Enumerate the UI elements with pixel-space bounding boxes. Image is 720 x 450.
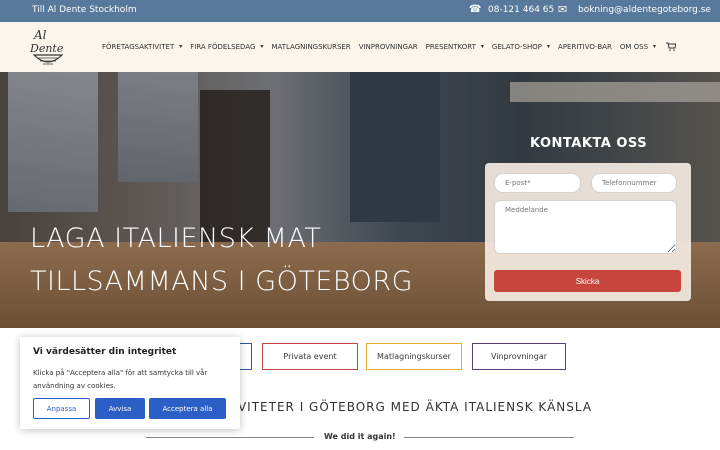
- nav-item-label: MATLAGNINGSKURSER: [271, 42, 351, 51]
- envelope-icon: ✉: [558, 3, 568, 16]
- stockholm-link[interactable]: Till Al Dente Stockholm: [32, 5, 137, 15]
- nav-item-label: APERITIVO-BAR: [558, 42, 612, 51]
- nav-item-label: VINPROVNINGAR: [358, 42, 418, 51]
- top-bar: Till Al Dente Stockholm ☎ 08-121 464 65 …: [0, 0, 720, 22]
- nav-item-aperitivo-bar[interactable]: APERITIVO-BAR: [558, 43, 612, 51]
- phone-number[interactable]: 08-121 464 65: [488, 5, 554, 15]
- nav-item-matlagningskurser[interactable]: MATLAGNINGSKURSER: [271, 43, 350, 51]
- nav-menu: FÖRETAGSAKTIVITET ▾ FIRA FÖDELSEDAG ▾ MA…: [102, 42, 677, 51]
- chevron-down-icon: ▾: [480, 43, 484, 50]
- category-button-wine-tastings[interactable]: Vinprovningar: [472, 343, 566, 370]
- cookie-adjust-button[interactable]: Anpassa: [33, 398, 90, 419]
- category-button-private-events[interactable]: Privata event: [262, 343, 358, 370]
- cookie-title: Vi värdesätter din integritet: [33, 347, 177, 357]
- divider-left: [146, 437, 314, 438]
- nav-item-foretagsaktivitet[interactable]: FÖRETAGSAKTIVITET ▾: [102, 43, 182, 51]
- phone-field[interactable]: [591, 173, 677, 193]
- main-navbar: Al Dente FÖRETAGSAKTIVITET ▾ FIRA FÖDELS…: [0, 22, 720, 72]
- cart-icon[interactable]: [666, 42, 677, 51]
- nav-item-label: PRESENTKORT: [425, 42, 476, 51]
- email-field[interactable]: [494, 173, 581, 193]
- nav-item-gelato-shop[interactable]: GELATO-SHOP ▾: [492, 43, 550, 51]
- chevron-down-icon: ▾: [653, 43, 657, 50]
- submit-button[interactable]: Skicka: [494, 270, 681, 292]
- nav-item-om-oss[interactable]: OM OSS ▾: [620, 43, 656, 51]
- nav-item-presentkort[interactable]: PRESENTKORT ▾: [426, 43, 484, 51]
- contact-form-title: KONTAKTA OSS: [530, 136, 648, 151]
- nav-item-label: FIRA FÖDELSEDAG: [190, 42, 256, 51]
- hero-heading: LAGA ITALIENSK MAT TILLSAMMANS I GÖTEBOR…: [30, 217, 413, 303]
- divider-right: [404, 437, 574, 438]
- chevron-down-icon: ▾: [179, 43, 183, 50]
- cookie-reject-button[interactable]: Avvisa: [95, 398, 145, 419]
- nav-item-vinprovningar[interactable]: VINPROVNINGAR: [359, 43, 418, 51]
- chevron-down-icon: ▾: [260, 43, 264, 50]
- cookie-text: Klicka på "Acceptera alla" för att samty…: [33, 369, 208, 390]
- nav-item-label: OM OSS: [619, 42, 649, 51]
- section-heading: AKTIVITETER I GÖTEBORG MED ÄKTA ITALIENS…: [207, 400, 593, 414]
- hero-heading-line2: TILLSAMMANS I GÖTEBORG: [30, 266, 414, 297]
- message-field[interactable]: [494, 200, 677, 254]
- section-tagline: We did it again!: [324, 432, 396, 441]
- svg-text:Dente: Dente: [29, 42, 64, 55]
- svg-text:Al: Al: [33, 28, 47, 42]
- email-link[interactable]: bokning@aldentegoteborg.se: [578, 5, 711, 15]
- phone-icon: ☎: [469, 4, 482, 15]
- al-dente-logo[interactable]: Al Dente: [28, 25, 68, 69]
- cookie-accept-all-button[interactable]: Acceptera alla: [149, 398, 226, 419]
- cookie-consent-banner: Vi värdesätter din integritet Klicka på …: [20, 337, 240, 429]
- nav-item-label: FÖRETAGSAKTIVITET: [102, 42, 175, 51]
- chevron-down-icon: ▾: [547, 43, 551, 50]
- nav-item-fira-fodelsedag[interactable]: FIRA FÖDELSEDAG ▾: [190, 43, 263, 51]
- category-button-cooking-classes[interactable]: Matlagningskurser: [366, 343, 462, 370]
- hero-heading-line1: LAGA ITALIENSK MAT: [30, 223, 322, 254]
- nav-item-label: GELATO-SHOP: [491, 42, 543, 51]
